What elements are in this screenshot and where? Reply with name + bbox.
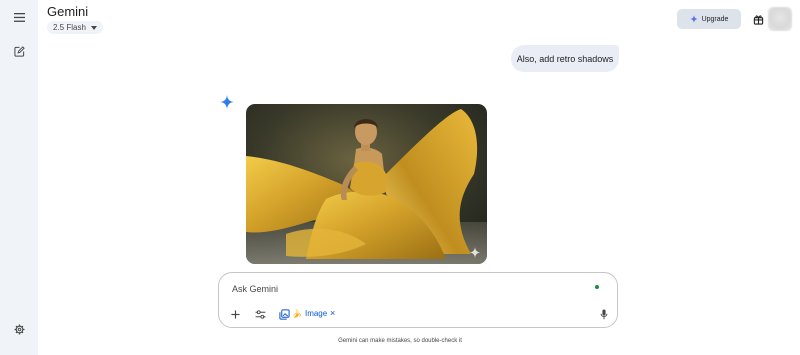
microphone-icon	[600, 308, 608, 319]
add-attachment-button[interactable]	[227, 306, 243, 322]
app-title: Gemini	[47, 4, 89, 19]
gift-button[interactable]	[750, 11, 766, 27]
main-menu-button[interactable]	[9, 7, 29, 27]
plus-icon	[230, 309, 240, 319]
tools-sliders-icon	[255, 309, 265, 319]
prompt-box: 🍌 Image ×	[218, 272, 618, 328]
gemini-sparkle-icon	[220, 95, 234, 109]
generated-image[interactable]	[246, 104, 487, 264]
image-tool-chip[interactable]: 🍌 Image	[292, 309, 327, 318]
user-message-bubble: Also, add retro shadows	[511, 45, 619, 72]
upgrade-button[interactable]: Upgrade	[677, 9, 741, 29]
image-stack-icon	[278, 308, 290, 320]
side-rail	[0, 0, 38, 355]
tools-button[interactable]	[252, 306, 268, 322]
settings-button[interactable]	[9, 319, 29, 339]
microphone-button[interactable]	[596, 306, 612, 322]
upgrade-label: Upgrade	[701, 15, 729, 23]
model-label: 2.5 Flash	[53, 23, 86, 32]
account-avatar[interactable]	[768, 7, 792, 31]
caret-down-icon	[90, 25, 97, 30]
sparkle-icon	[689, 15, 698, 23]
model-selector[interactable]: 2.5 Flash	[47, 21, 103, 34]
image-tool-label: Image	[304, 309, 328, 318]
menu-icon	[13, 12, 25, 22]
new-chat-icon	[13, 45, 25, 57]
new-chat-button[interactable]	[9, 41, 29, 61]
gift-icon	[753, 14, 763, 25]
generated-image-art	[246, 104, 487, 264]
user-message-text: Also, add retro shadows	[516, 53, 614, 64]
remove-tool-button[interactable]: ×	[330, 308, 335, 318]
image-tool-toggle[interactable]	[276, 306, 292, 322]
settings-icon	[14, 324, 24, 334]
prompt-input[interactable]	[230, 283, 574, 295]
status-dot-icon	[595, 285, 599, 289]
disclaimer-text: Gemini can make mistakes, so double-chec…	[338, 338, 462, 344]
banana-emoji: 🍌	[292, 309, 302, 318]
